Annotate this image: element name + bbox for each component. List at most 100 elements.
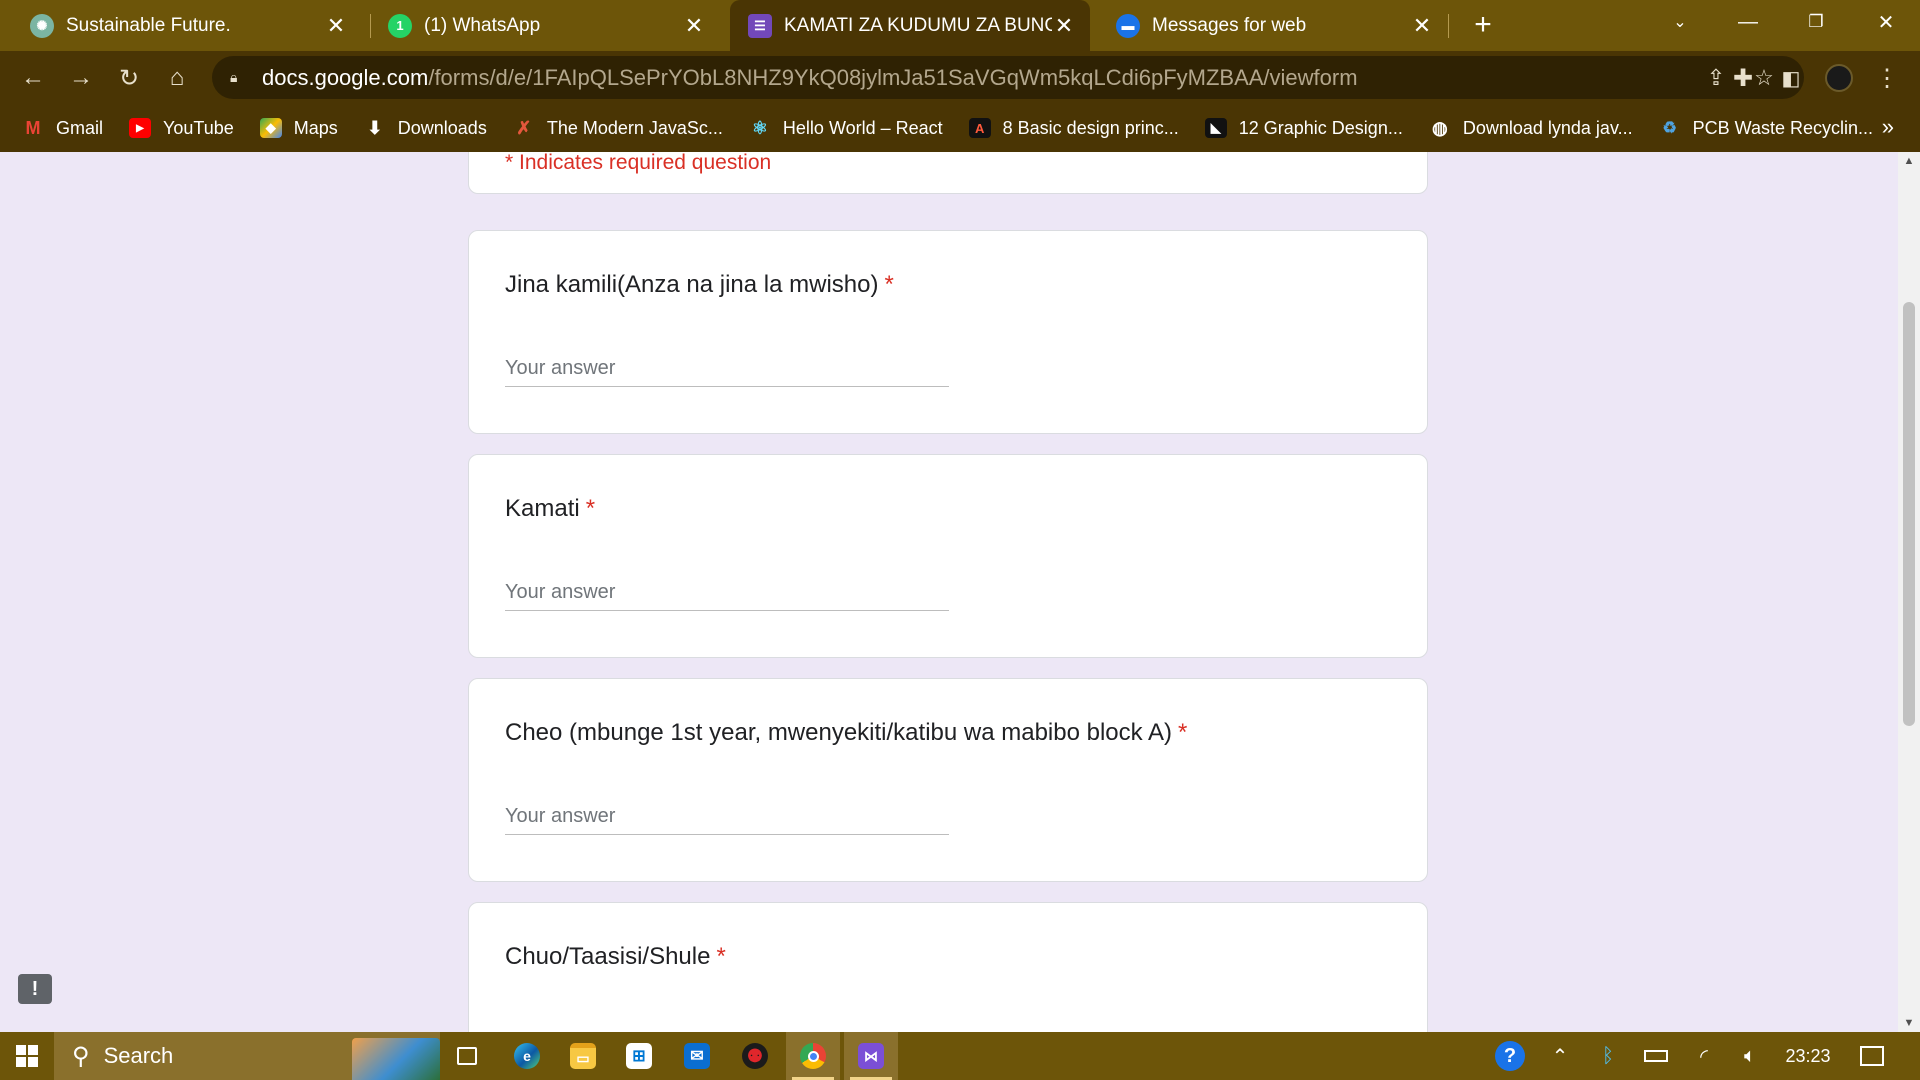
messages-icon: ▬ xyxy=(1116,13,1140,38)
help-icon[interactable]: ? xyxy=(1488,1032,1532,1080)
home-icon[interactable]: ⌂ xyxy=(160,61,194,95)
search-label: Search xyxy=(103,1043,174,1068)
url-text[interactable]: docs.google.com/forms/d/e/1FAIpQLSePrYOb… xyxy=(262,65,1358,91)
start-button[interactable] xyxy=(0,1032,54,1080)
bookmark-youtube[interactable]: ▶ YouTube xyxy=(129,118,234,139)
close-tab-icon[interactable]: ✕ xyxy=(324,13,348,39)
volume-icon[interactable]: 🔈︎ xyxy=(1730,1032,1770,1080)
bookmark-maps[interactable]: ◆ Maps xyxy=(259,117,338,139)
address-bar[interactable]: 🔒︎ docs.google.com/forms/d/e/1FAIpQLSePr… xyxy=(212,56,1804,99)
bookmark-label: YouTube xyxy=(163,117,234,138)
forward-icon[interactable]: → xyxy=(64,61,98,95)
bookmark-design-principles[interactable]: A 8 Basic design princ... xyxy=(968,117,1179,139)
tab-title: (1) WhatsApp xyxy=(424,14,541,36)
report-problem-icon[interactable]: ! xyxy=(18,974,52,1004)
restore-icon[interactable]: ❐ xyxy=(1788,0,1844,44)
bookmark-modern-js[interactable]: ✗ The Modern JavaSc... xyxy=(513,118,723,139)
store-icon[interactable]: ⊞ xyxy=(612,1032,666,1080)
minimize-icon[interactable]: — xyxy=(1720,0,1776,44)
google-forms-icon: ☰ xyxy=(748,13,772,38)
reload-icon[interactable]: ↻ xyxy=(112,61,146,95)
maps-icon: ◆ xyxy=(259,118,282,138)
scroll-down-icon[interactable]: ▼ xyxy=(1898,1014,1920,1032)
windows-logo-icon xyxy=(16,1045,38,1067)
wifi-icon[interactable]: ◜ xyxy=(1686,1032,1722,1080)
question-text: Chuo/Taasisi/Shule xyxy=(505,943,711,970)
graphic-design-icon: ◣ xyxy=(1204,118,1227,138)
extensions-icon[interactable]: ✚ xyxy=(1726,61,1760,95)
chrome-icon[interactable] xyxy=(786,1032,840,1080)
question-card-full-name: Jina kamili(Anza na jina la mwisho) * xyxy=(468,230,1428,434)
tab-search-icon[interactable]: ⌄ xyxy=(1652,0,1708,44)
taskbar-clock[interactable]: 23:23 xyxy=(1778,1032,1838,1080)
openai-icon: ✺ xyxy=(30,13,54,38)
chuo-input[interactable] xyxy=(505,1023,949,1032)
tab-sustainable-future[interactable]: ✺ Sustainable Future. ✕ xyxy=(0,0,362,51)
tab-kamati-form[interactable]: ☰ KAMATI ZA KUDUMU ZA BUNGE ✕ xyxy=(730,0,1090,51)
windows-taskbar: ⚲ Search e ▭ ⊞ ✉ ⚉ ⋈ ? ⌃ ᛒ ◜ 🔈︎ 23:23 xyxy=(0,1032,1920,1080)
bookmark-gmail[interactable]: M Gmail xyxy=(22,117,104,139)
close-window-icon[interactable]: ✕ xyxy=(1858,0,1914,44)
back-icon[interactable]: ← xyxy=(16,61,50,95)
recycling-icon: ♻ xyxy=(1662,120,1677,137)
bookmark-react[interactable]: ⚛ Hello World – React xyxy=(749,118,943,139)
bluetooth-icon[interactable]: ᛒ xyxy=(1590,1032,1626,1080)
bookmark-pcb-recycling[interactable]: ♻ PCB Waste Recyclin... xyxy=(1659,118,1873,139)
taskbar-search-box[interactable]: ⚲ Search xyxy=(54,1032,440,1080)
question-title: Chuo/Taasisi/Shule * xyxy=(505,943,726,971)
page-scrollbar[interactable]: ▲ ▼ xyxy=(1898,152,1920,1032)
required-asterisk: * xyxy=(585,495,596,522)
bookmark-label: Download lynda jav... xyxy=(1462,117,1633,138)
question-title: Kamati * xyxy=(505,495,595,523)
gmail-icon: M xyxy=(25,117,41,138)
profile-avatar[interactable] xyxy=(1822,61,1856,95)
lock-icon[interactable]: 🔒︎ xyxy=(230,69,244,87)
close-tab-icon[interactable]: ✕ xyxy=(1052,13,1076,39)
edge-icon[interactable]: e xyxy=(500,1032,554,1080)
bookmark-graphic-design[interactable]: ◣ 12 Graphic Design... xyxy=(1204,118,1403,139)
form-page: * Indicates required question Jina kamil… xyxy=(0,152,1898,1032)
bookmark-label: PCB Waste Recyclin... xyxy=(1692,117,1873,138)
tab-separator xyxy=(1448,14,1449,38)
question-title: Jina kamili(Anza na jina la mwisho) * xyxy=(505,271,894,299)
file-explorer-icon[interactable]: ▭ xyxy=(556,1032,610,1080)
bookmark-label: Downloads xyxy=(397,117,487,138)
side-panel-icon[interactable]: ◧ xyxy=(1774,61,1808,95)
close-tab-icon[interactable]: ✕ xyxy=(682,13,706,39)
task-view-icon[interactable] xyxy=(440,1032,494,1080)
battery-icon[interactable] xyxy=(1636,1032,1676,1080)
full-name-input[interactable] xyxy=(505,351,949,387)
question-text: Jina kamili(Anza na jina la mwisho) xyxy=(505,271,879,298)
form-header-card: * Indicates required question xyxy=(468,152,1428,194)
tab-title: KAMATI ZA KUDUMU ZA BUNGE xyxy=(784,14,1052,36)
bookmark-label: Hello World – React xyxy=(782,117,943,138)
tab-whatsapp[interactable]: 1 (1) WhatsApp ✕ xyxy=(358,0,720,51)
cheo-input[interactable] xyxy=(505,799,949,835)
javascript-info-icon: ✗ xyxy=(516,117,532,138)
show-hidden-icons-icon[interactable]: ⌃ xyxy=(1540,1032,1580,1080)
url-domain: docs.google.com xyxy=(262,64,429,90)
scroll-up-icon[interactable]: ▲ xyxy=(1898,152,1920,170)
kamati-input[interactable] xyxy=(505,575,949,611)
visual-studio-icon[interactable]: ⋈ xyxy=(844,1032,898,1080)
mail-icon[interactable]: ✉ xyxy=(670,1032,724,1080)
close-tab-icon[interactable]: ✕ xyxy=(1410,13,1434,39)
url-path: /forms/d/e/1FAIpQLSePrYObL8NHZ9YkQ08jylm… xyxy=(428,64,1358,90)
question-card-kamati: Kamati * xyxy=(468,454,1428,658)
bookmark-lynda[interactable]: ◍ Download lynda jav... xyxy=(1429,118,1633,139)
app-red-icon[interactable]: ⚉ xyxy=(728,1032,782,1080)
tab-title: Messages for web xyxy=(1152,14,1307,36)
menu-kebab-icon[interactable]: ⋮ xyxy=(1870,61,1904,95)
tab-messages[interactable]: ▬ Messages for web ✕ xyxy=(1086,0,1448,51)
browser-toolbar: ← → ↻ ⌂ 🔒︎ docs.google.com/forms/d/e/1FA… xyxy=(0,51,1920,104)
bookmark-label: Maps xyxy=(293,117,338,138)
bookmark-downloads[interactable]: ⬇ Downloads xyxy=(364,118,487,139)
question-text: Kamati xyxy=(505,495,580,522)
more-bookmarks-icon[interactable]: » xyxy=(1882,114,1894,140)
required-note: * Indicates required question xyxy=(505,152,772,174)
bookmark-label: The Modern JavaSc... xyxy=(546,117,723,138)
notification-center-icon[interactable] xyxy=(1850,1032,1894,1080)
scrollbar-thumb[interactable] xyxy=(1903,302,1915,726)
new-tab-button[interactable]: + xyxy=(1466,8,1500,42)
bookmark-label: 8 Basic design princ... xyxy=(1002,117,1179,138)
